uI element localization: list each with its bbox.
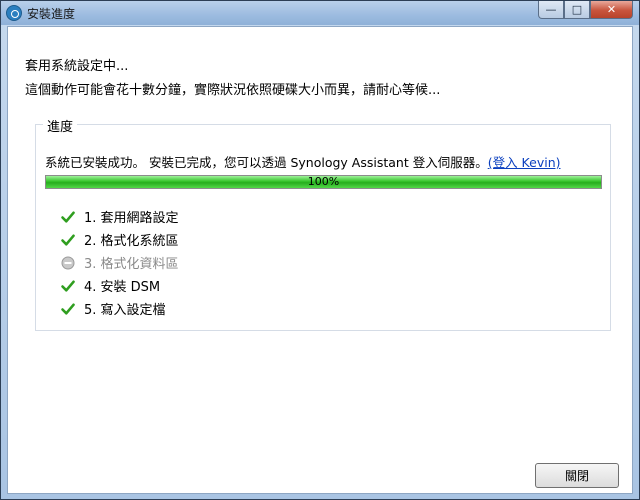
step-label: 4. 安裝 DSM [84,280,161,295]
minimize-icon: — [545,3,557,16]
progress-percent: 100% [307,175,340,188]
maximize-icon: □ [571,3,583,16]
step-label: 1. 套用網路設定 [84,211,179,226]
window-title: 安裝進度 [27,7,76,21]
progress-bar: 100% [45,175,602,189]
step-item: 3. 格式化資料區 [60,251,179,274]
progress-group: 進度 系統已安裝成功。 安裝已完成，您可以透過 Synology Assista… [35,116,611,331]
check-icon [61,211,75,223]
progress-group-legend: 進度 [43,116,78,135]
caption-buttons: — □ ✕ [538,1,633,19]
step-label: 5. 寫入設定檔 [84,303,166,318]
installer-window: 安裝進度 — □ ✕ 套用系統設定中... 這個動作可能會花十數分鐘，實際狀況依… [0,0,640,500]
dialog-body: 套用系統設定中... 這個動作可能會花十數分鐘，實際狀況依照硬碟大小而異，請耐心… [7,26,633,494]
step-label: 3. 格式化資料區 [84,257,179,272]
app-icon [6,5,22,21]
maximize-button[interactable]: □ [564,1,590,19]
check-icon [61,303,75,315]
install-status-text: 系統已安裝成功。 安裝已完成，您可以透過 Synology Assistant … [45,155,488,170]
install-status: 系統已安裝成功。 安裝已完成，您可以透過 Synology Assistant … [45,152,561,171]
skipped-icon [61,256,75,269]
minimize-button[interactable]: — [538,1,564,19]
step-item: 4. 安裝 DSM [60,274,179,297]
step-label: 2. 格式化系統區 [84,234,179,249]
close-icon: ✕ [606,3,617,16]
check-icon [61,280,75,292]
login-link[interactable]: (登入 Kevin) [488,155,561,170]
title-bar[interactable]: 安裝進度 — □ ✕ [1,1,639,25]
check-icon [61,234,75,246]
status-heading: 套用系統設定中... [25,59,129,74]
close-button[interactable]: 關閉 [535,463,619,488]
step-item: 5. 寫入設定檔 [60,297,179,320]
step-item: 2. 格式化系統區 [60,228,179,251]
status-description: 這個動作可能會花十數分鐘，實際狀況依照硬碟大小而異，請耐心等候... [25,83,441,98]
step-item: 1. 套用網路設定 [60,205,179,228]
close-window-button[interactable]: ✕ [590,1,633,19]
step-list: 1. 套用網路設定 2. 格式化系統區 3. 格式化資料區 4. 安裝 DSM 5. 寫… [60,205,179,320]
